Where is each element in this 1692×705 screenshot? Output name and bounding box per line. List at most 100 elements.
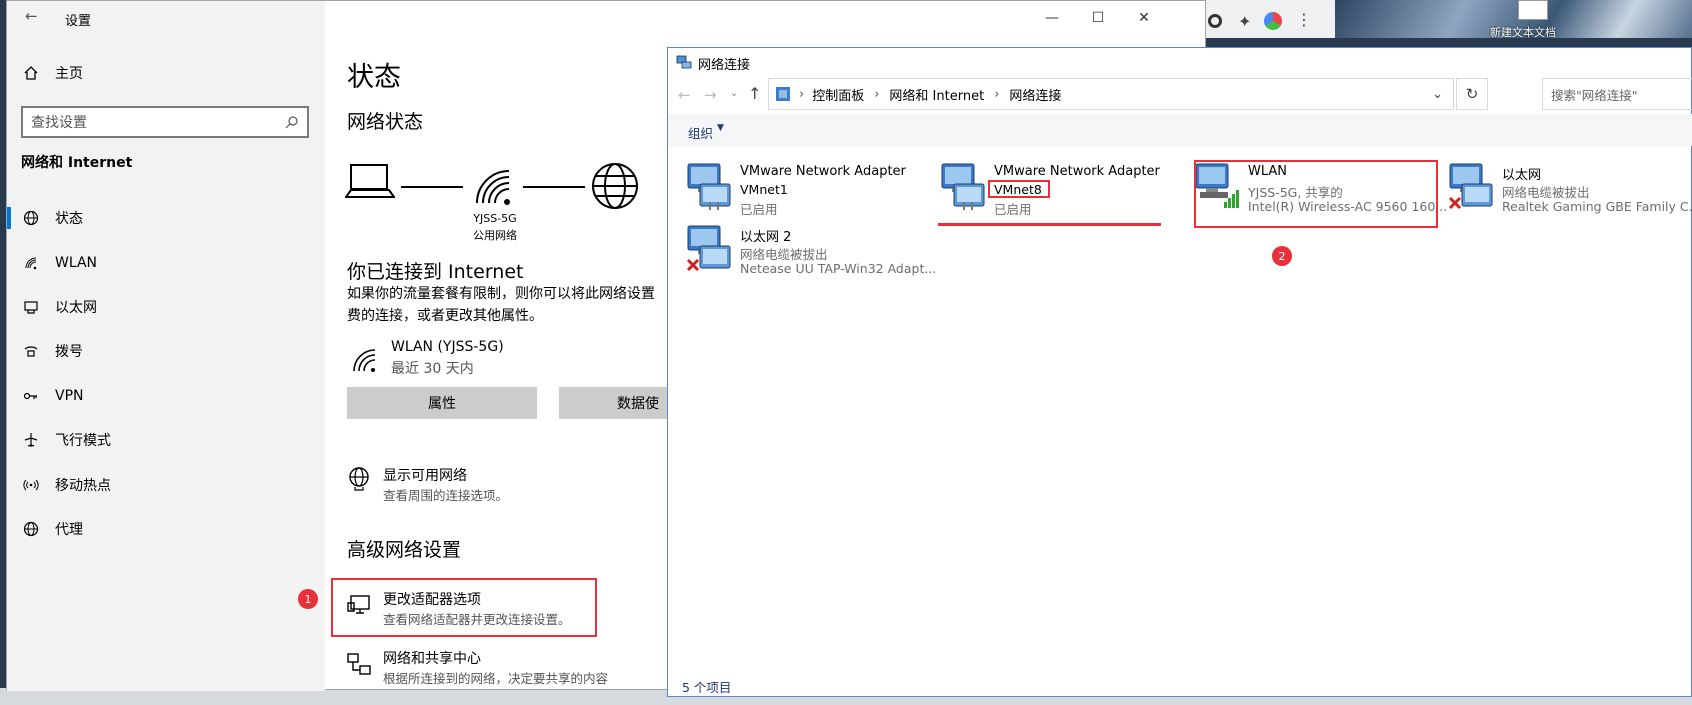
breadcrumb-network-connections[interactable]: 网络连接 xyxy=(1009,85,1061,104)
window-title: 网络连接 xyxy=(698,58,751,73)
search-input[interactable]: 查找设置 xyxy=(21,106,309,138)
ethernet-icon xyxy=(21,297,41,317)
organize-menu[interactable]: 组织 xyxy=(688,123,713,142)
close-button[interactable]: ✕ xyxy=(1121,1,1167,35)
nav-airplane-label: 飞行模式 xyxy=(55,433,111,449)
forward-arrow-icon[interactable]: → xyxy=(704,86,717,104)
advanced-heading: 高级网络设置 xyxy=(347,539,462,561)
minimize-button[interactable]: — xyxy=(1029,1,1075,35)
highlight-box xyxy=(988,180,1050,198)
network-name: YJSS-5G xyxy=(473,212,517,225)
properties-button[interactable]: 属性 xyxy=(347,387,537,419)
adapter-ethernet[interactable]: 以太网 网络电缆被拔出 Realtek Gaming GBE Family C.… xyxy=(1448,162,1692,222)
nav-wlan-label: WLAN xyxy=(55,255,98,271)
available-networks-icon xyxy=(347,467,371,491)
connected-desc-line2: 费的连接，或者更改其他属性。 xyxy=(347,308,543,324)
extensions-icon[interactable]: ✦ xyxy=(1238,12,1251,31)
search-icon xyxy=(285,115,299,129)
nav-dialup-label: 拨号 xyxy=(55,344,83,360)
profile-avatar[interactable] xyxy=(1264,12,1282,30)
adapter-device: VMnet1 xyxy=(740,182,788,197)
back-arrow-icon[interactable]: ← xyxy=(678,86,691,104)
adapter-device: Realtek Gaming GBE Family C... xyxy=(1502,199,1692,214)
adapter-name: 以太网 2 xyxy=(740,230,792,245)
adapter-device: Netease UU TAP-Win32 Adapt... xyxy=(740,261,937,276)
show-networks-desc: 查看周围的连接选项。 xyxy=(383,488,509,503)
network-connections-icon xyxy=(676,54,692,70)
nav-home[interactable]: 主页 xyxy=(7,51,325,95)
recent-dropdown-icon[interactable]: ⌄ xyxy=(730,88,738,99)
wifi-icon xyxy=(351,347,377,373)
nav-proxy-label: 代理 xyxy=(55,522,83,538)
address-dropdown-icon[interactable]: ⌄ xyxy=(1432,87,1443,102)
browser-toolbar: ✦ ⋮ xyxy=(1200,0,1335,38)
search-input[interactable]: 搜索"网络连接" xyxy=(1542,78,1692,110)
data-usage-button[interactable]: 数据使 xyxy=(559,387,669,419)
up-arrow-icon[interactable]: ↑ xyxy=(748,84,761,103)
laptop-icon xyxy=(345,161,395,201)
browser-circle-icon[interactable] xyxy=(1208,14,1222,28)
vpn-icon xyxy=(21,386,41,406)
adapter-status: 已启用 xyxy=(994,202,1032,217)
connected-desc-line1: 如果你的流量套餐有限制，则你可以将此网络设置 xyxy=(347,286,655,302)
sharing-center-desc: 根据所连接到的网络，决定要共享的内容 xyxy=(383,671,609,686)
organize-dropdown-icon[interactable]: ▼ xyxy=(717,123,724,133)
show-networks-title[interactable]: 显示可用网络 xyxy=(383,465,467,485)
network-type: 公用网络 xyxy=(473,229,517,242)
nav-proxy[interactable]: 代理 xyxy=(7,507,325,551)
desktop-icon-label[interactable]: 新建文本文档 xyxy=(1490,24,1556,40)
address-bar[interactable]: › 控制面板 › 网络和 Internet › 网络连接 ⌄ xyxy=(768,78,1454,110)
back-button[interactable]: ← xyxy=(25,7,38,25)
dialup-icon xyxy=(21,341,41,361)
nav-status[interactable]: 状态 xyxy=(7,196,325,240)
airplane-icon xyxy=(21,430,41,450)
nav-status-label: 状态 xyxy=(55,211,83,227)
refresh-icon[interactable]: ↻ xyxy=(1456,78,1488,110)
nav-hotspot[interactable]: 移动热点 xyxy=(7,463,325,507)
internet-globe-icon xyxy=(591,162,639,210)
menu-dots-icon[interactable]: ⋮ xyxy=(1296,10,1312,29)
globe-icon xyxy=(21,208,41,228)
wlan-usage: 最近 30 天内 xyxy=(391,361,474,377)
network-connections-window: 网络连接 ← → ⌄ ↑ › 控制面板 › 网络和 Internet › 网络连… xyxy=(667,47,1692,697)
highlight-box xyxy=(331,578,597,637)
adapter-status: 已启用 xyxy=(740,202,778,217)
connection-line xyxy=(401,186,463,188)
wifi-icon xyxy=(473,167,513,207)
adapter-vmnet1[interactable]: VMware Network Adapter VMnet1 已启用 xyxy=(686,162,926,222)
nav-vpn[interactable]: VPN xyxy=(7,374,325,418)
breadcrumb-separator: › xyxy=(874,86,880,102)
text-document-icon[interactable] xyxy=(1518,0,1548,20)
adapter-name: 以太网 xyxy=(1502,168,1542,183)
breadcrumb-network-internet[interactable]: 网络和 Internet xyxy=(889,85,984,104)
page-title: 状态 xyxy=(347,62,401,93)
wifi-icon xyxy=(21,253,41,273)
nav-airplane[interactable]: 飞行模式 xyxy=(7,418,325,462)
step-badge-1: 1 xyxy=(298,589,318,609)
nav-wlan[interactable]: WLAN xyxy=(7,241,325,285)
sharing-center-title[interactable]: 网络和共享中心 xyxy=(383,648,481,668)
nav-ethernet-label: 以太网 xyxy=(55,300,97,316)
adapter-vmnet8[interactable]: VMware Network Adapter VMnet8 已启用 xyxy=(940,162,1180,222)
control-panel-icon xyxy=(775,86,791,102)
step-badge-2: 2 xyxy=(1272,246,1292,266)
network-status-heading: 网络状态 xyxy=(347,111,424,133)
command-bar: 组织 ▼ xyxy=(668,114,1692,146)
maximize-button[interactable]: ☐ xyxy=(1075,1,1121,35)
settings-sidebar: ← 设置 主页 查找设置 网络和 Internet 状态 WLAN 以太网 拨号… xyxy=(7,1,325,691)
network-adapter-icon xyxy=(1448,162,1496,212)
nav-hotspot-label: 移动热点 xyxy=(55,478,111,494)
breadcrumb-separator: › xyxy=(799,86,805,102)
nav-ethernet[interactable]: 以太网 xyxy=(7,285,325,329)
adapter-name: VMware Network Adapter xyxy=(740,164,906,179)
hotspot-icon xyxy=(21,475,41,495)
highlight-underline xyxy=(938,223,1161,226)
nav-dialup[interactable]: 拨号 xyxy=(7,329,325,373)
adapter-name: VMware Network Adapter xyxy=(994,164,1160,179)
breadcrumb-control-panel[interactable]: 控制面板 xyxy=(812,85,864,104)
adapter-ethernet-2[interactable]: 以太网 2 网络电缆被拔出 Netease UU TAP-Win32 Adapt… xyxy=(686,224,936,284)
status-bar-count: 5 个项目 xyxy=(682,680,732,695)
connected-title: 你已连接到 Internet xyxy=(347,261,524,283)
sharing-center-icon xyxy=(347,653,371,677)
nav-vpn-label: VPN xyxy=(55,388,84,404)
